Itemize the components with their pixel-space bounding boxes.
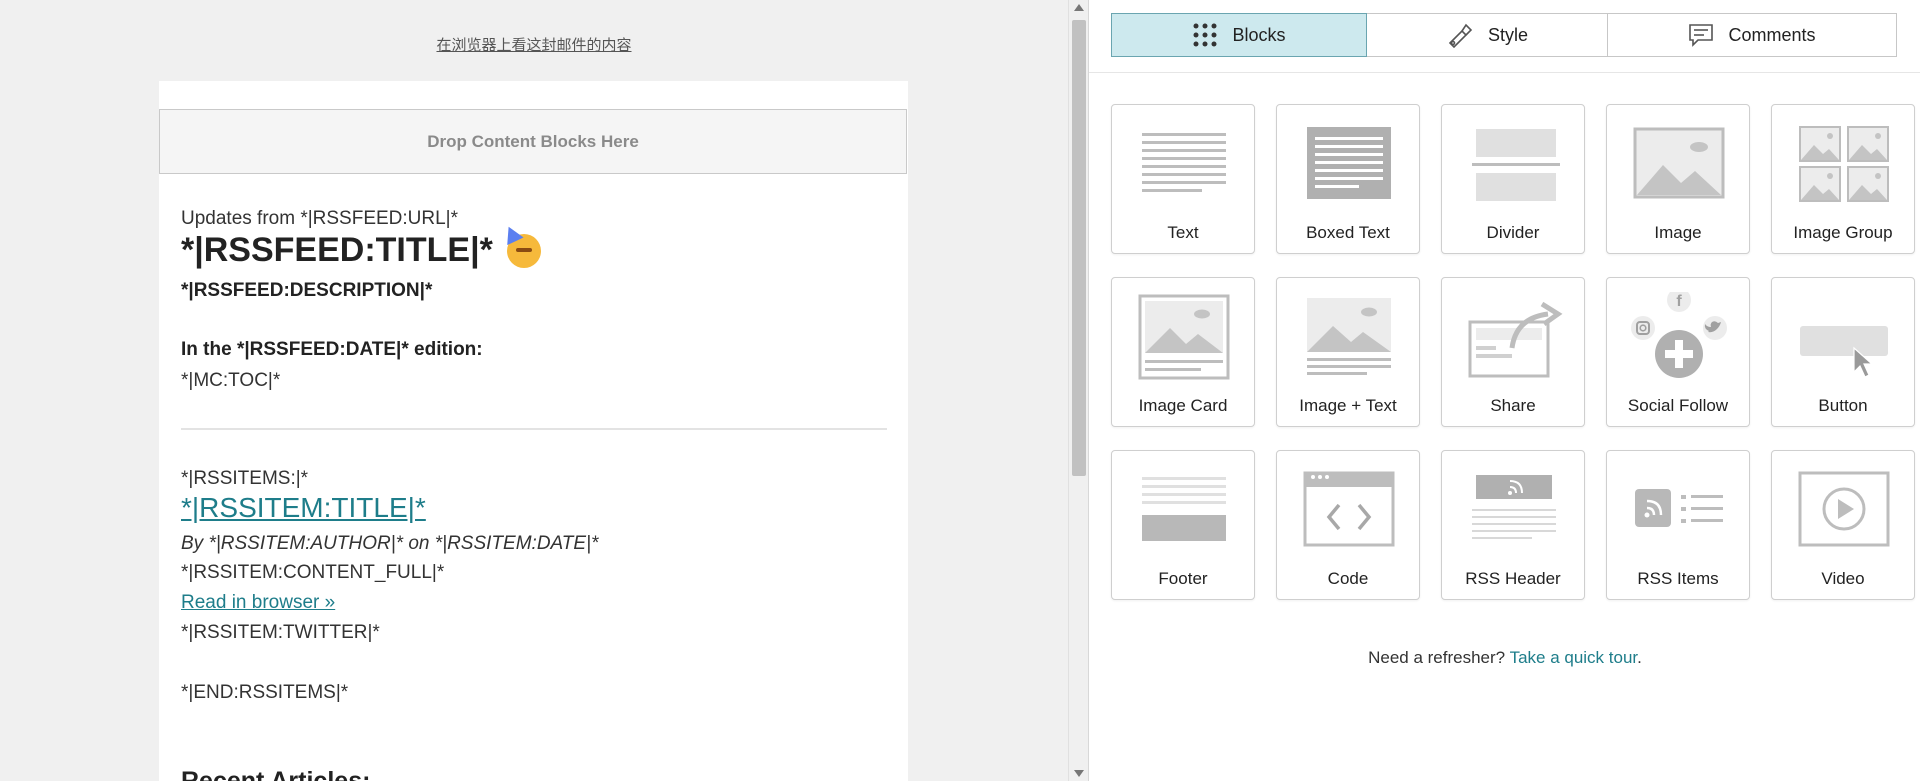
rss-item-content[interactable]: *|RSSITEM:CONTENT_FULL|* (181, 562, 444, 584)
rss-feed-title-text: *|RSSFEED:TITLE|* (181, 231, 493, 269)
block-image[interactable]: Image (1606, 104, 1750, 254)
paint-brush-icon (1448, 23, 1473, 49)
block-boxed-text-label: Boxed Text (1306, 223, 1390, 242)
rss-feed-description[interactable]: *|RSSFEED:DESCRIPTION|* (181, 280, 432, 302)
refresher-period: . (1637, 648, 1642, 667)
block-boxed-text[interactable]: Boxed Text (1276, 104, 1420, 254)
tab-comments[interactable]: Comments (1607, 13, 1897, 57)
social-follow-icon: f (1631, 292, 1727, 378)
code-icon (1303, 471, 1395, 547)
comment-icon (1689, 24, 1714, 47)
tab-comments-label: Comments (1728, 24, 1816, 45)
rss-items-icon (1635, 489, 1723, 527)
boxed-text-icon (1307, 127, 1391, 199)
email-preview: 在浏览器上看这封邮件的内容 Drop Content Blocks Here U… (0, 0, 1068, 781)
video-icon (1798, 471, 1890, 547)
image-text-icon (1307, 298, 1391, 375)
block-divider-label: Divider (1486, 223, 1540, 242)
rss-item-title-link[interactable]: *|RSSITEM:TITLE|* (181, 492, 426, 524)
block-footer[interactable]: Footer (1111, 450, 1255, 600)
refresher-text: Need a refresher? (1368, 648, 1506, 667)
divider-icon (1472, 129, 1560, 201)
tab-style-label: Style (1487, 24, 1529, 45)
block-image-card[interactable]: Image Card (1111, 277, 1255, 427)
block-code[interactable]: Code (1276, 450, 1420, 600)
button-block-icon (1800, 326, 1888, 378)
block-rss-header-label: RSS Header (1465, 569, 1561, 588)
rss-feed-url-line[interactable]: Updates from *|RSSFEED:URL|* (181, 208, 458, 230)
block-divider[interactable]: Divider (1441, 104, 1585, 254)
block-social-follow[interactable]: f Social Follow (1606, 277, 1750, 427)
block-share-label: Share (1490, 396, 1536, 415)
tab-blocks[interactable]: Blocks (1111, 13, 1367, 57)
party-face-emoji-icon (506, 233, 541, 268)
view-in-browser-link[interactable]: 在浏览器上看这封邮件的内容 (0, 34, 1068, 55)
rss-item-twitter[interactable]: *|RSSITEM:TWITTER|* (181, 622, 380, 644)
block-share[interactable]: Share (1441, 277, 1585, 427)
block-rss-items[interactable]: RSS Items (1606, 450, 1750, 600)
panel-tabs: Blocks Style Comments (1111, 13, 1899, 57)
tab-blocks-label: Blocks (1232, 24, 1286, 45)
edition-line[interactable]: In the *|RSSFEED:DATE|* edition: (181, 339, 483, 361)
block-text-label: Text (1167, 223, 1199, 242)
block-rss-header[interactable]: RSS Header (1441, 450, 1585, 600)
drop-zone[interactable]: Drop Content Blocks Here (159, 109, 907, 174)
take-a-quick-tour-link[interactable]: Take a quick tour (1510, 648, 1638, 667)
block-button-label: Button (1818, 396, 1868, 415)
block-image-card-label: Image Card (1138, 396, 1228, 415)
refresher-line: Need a refresher? Take a quick tour. (1089, 648, 1920, 668)
rss-feed-title[interactable]: *|RSSFEED:TITLE|* (181, 231, 541, 270)
tab-style[interactable]: Style (1366, 13, 1608, 57)
rss-items-close-tag[interactable]: *|END:RSSITEMS|* (181, 682, 348, 704)
block-footer-label: Footer (1158, 569, 1208, 588)
scroll-up-arrow-icon[interactable] (1074, 4, 1084, 11)
image-group-icon (1799, 126, 1889, 202)
block-video-label: Video (1821, 569, 1865, 588)
share-icon (1468, 301, 1563, 378)
block-image-group-label: Image Group (1793, 223, 1893, 242)
content-blocks-panel: Blocks Style Comments Text Boxed Text Di… (1088, 0, 1920, 781)
rss-item-byline[interactable]: By *|RSSITEM:AUTHOR|* on *|RSSITEM:DATE|… (181, 533, 598, 555)
grid-icon (1193, 23, 1217, 47)
blocks-grid: Text Boxed Text Divider Image Image Grou… (1111, 104, 1915, 600)
rss-header-icon (1472, 475, 1556, 539)
rss-items-open-tag[interactable]: *|RSSITEMS:|* (181, 468, 308, 490)
image-card-icon (1138, 294, 1230, 380)
block-rss-items-label: RSS Items (1637, 569, 1719, 588)
block-text[interactable]: Text (1111, 104, 1255, 254)
text-block-icon (1142, 133, 1226, 192)
panel-divider (1089, 72, 1920, 73)
toc-merge-tag[interactable]: *|MC:TOC|* (181, 370, 280, 392)
block-image-text[interactable]: Image + Text (1276, 277, 1420, 427)
preview-scrollbar[interactable] (1068, 0, 1089, 781)
block-code-label: Code (1327, 569, 1369, 588)
read-in-browser-link[interactable]: Read in browser » (181, 592, 335, 614)
block-button[interactable]: Button (1771, 277, 1915, 427)
block-image-text-label: Image + Text (1299, 396, 1397, 415)
image-icon (1633, 127, 1725, 199)
scrollbar-thumb[interactable] (1072, 20, 1086, 476)
email-body: Drop Content Blocks Here Updates from *|… (159, 81, 908, 781)
block-social-follow-label: Social Follow (1627, 396, 1729, 415)
block-video[interactable]: Video (1771, 450, 1915, 600)
footer-icon (1142, 477, 1226, 541)
scroll-down-arrow-icon[interactable] (1074, 770, 1084, 777)
email-divider (181, 428, 887, 430)
svg-text:f: f (1676, 293, 1682, 310)
block-image-label: Image (1654, 223, 1702, 242)
recent-articles-heading[interactable]: Recent Articles: (181, 767, 370, 781)
block-image-group[interactable]: Image Group (1771, 104, 1915, 254)
